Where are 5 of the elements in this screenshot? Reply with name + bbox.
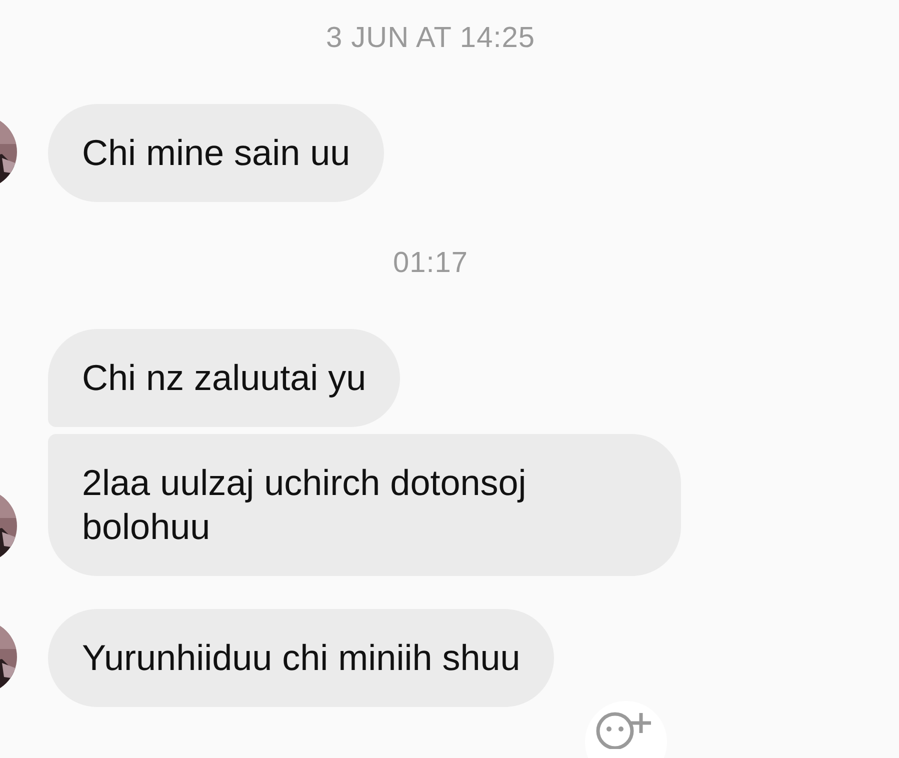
message-bubble: Chi nz zaluutai yu <box>48 329 400 427</box>
timestamp: 3 JUN AT 14:25 <box>326 21 536 56</box>
message-bubble: Chi mine sain uu <box>48 104 384 202</box>
timestamp: 01:17 <box>392 246 468 281</box>
message-bubble: 2laa uulzaj uchirch dotonsoj bolohuu <box>48 434 681 576</box>
